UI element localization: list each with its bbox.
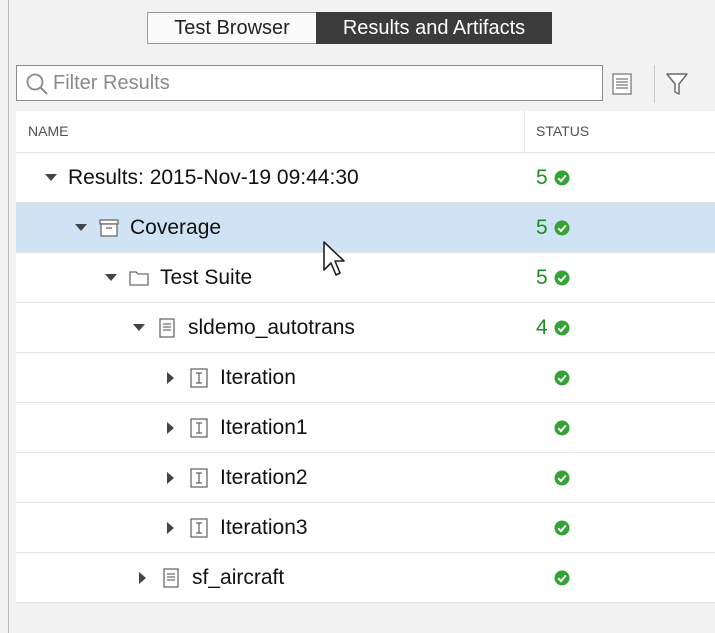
toolbar-separator xyxy=(654,65,655,103)
pass-count: 5 xyxy=(536,265,548,289)
pass-check-icon xyxy=(554,370,570,385)
row-label: Coverage xyxy=(130,215,222,239)
table-row[interactable]: Iteration3 xyxy=(16,503,715,553)
table-row[interactable]: sf_aircraft xyxy=(16,553,715,603)
row-name-cell: Results: 2015-Nov-19 09:44:30 xyxy=(42,153,359,202)
pass-check-icon xyxy=(554,220,570,235)
pass-check-icon xyxy=(554,270,570,285)
search-icon xyxy=(26,73,48,95)
expand-arrow-right-icon[interactable] xyxy=(162,519,180,537)
column-header-name[interactable]: NAME xyxy=(28,123,68,139)
panel-left-border xyxy=(8,0,9,633)
pass-check-icon xyxy=(554,420,570,435)
row-status-cell: 5 xyxy=(536,153,570,202)
row-status-cell: 4 xyxy=(536,303,570,352)
pass-check-icon xyxy=(554,170,570,185)
row-status-cell xyxy=(554,553,570,602)
table-row-selected[interactable]: Coverage 5 xyxy=(16,203,715,253)
iteration-icon xyxy=(190,467,208,488)
archive-icon xyxy=(99,218,119,237)
row-label: Iteration xyxy=(220,365,296,389)
iteration-icon xyxy=(190,367,208,388)
expand-arrow-right-icon[interactable] xyxy=(162,419,180,437)
tab-bar: Test Browser Results and Artifacts xyxy=(147,12,552,44)
table-row[interactable]: Iteration1 xyxy=(16,403,715,453)
expand-arrow-right-icon[interactable] xyxy=(162,469,180,487)
row-label: Iteration2 xyxy=(220,465,308,489)
row-status-cell: 5 xyxy=(536,253,570,302)
row-name-cell: sldemo_autotrans xyxy=(130,303,355,352)
pass-check-icon xyxy=(554,520,570,535)
expand-arrow-down-icon[interactable] xyxy=(42,169,60,187)
column-header-status[interactable]: STATUS xyxy=(536,123,589,139)
column-divider xyxy=(524,111,525,152)
row-label: Test Suite xyxy=(160,265,253,289)
row-name-cell: Iteration3 xyxy=(162,503,308,552)
pass-check-icon xyxy=(554,570,570,585)
row-status-cell xyxy=(554,503,570,552)
iteration-icon xyxy=(190,417,208,438)
filter-results-box[interactable] xyxy=(16,65,603,101)
tab-results-and-artifacts[interactable]: Results and Artifacts xyxy=(316,12,552,44)
pass-count: 5 xyxy=(536,215,548,239)
row-name-cell: Test Suite xyxy=(102,253,252,302)
table-row[interactable]: Iteration2 xyxy=(16,453,715,503)
row-label: sf_aircraft xyxy=(192,565,285,589)
expand-arrow-right-icon[interactable] xyxy=(162,369,180,387)
row-status-cell xyxy=(554,403,570,452)
table-row[interactable]: Results: 2015-Nov-19 09:44:30 5 xyxy=(16,153,715,203)
expand-arrow-down-icon[interactable] xyxy=(130,319,148,337)
row-name-cell: sf_aircraft xyxy=(134,553,284,602)
expand-arrow-down-icon[interactable] xyxy=(102,269,120,287)
table-row[interactable]: Iteration xyxy=(16,353,715,403)
mouse-cursor-icon xyxy=(323,241,345,276)
document-icon xyxy=(163,567,179,588)
row-status-cell: 5 xyxy=(536,203,570,252)
table-row[interactable]: Test Suite 5 xyxy=(16,253,715,303)
folder-icon xyxy=(129,270,149,286)
row-label: Iteration3 xyxy=(220,515,308,539)
pass-count: 5 xyxy=(536,165,548,189)
table-header: NAME STATUS xyxy=(16,111,715,153)
pass-check-icon xyxy=(554,320,570,335)
results-table: NAME STATUS Results: 2015-Nov-19 09:44:3… xyxy=(16,111,715,603)
filter-toolbar xyxy=(16,65,715,105)
row-status-cell xyxy=(554,353,570,402)
row-name-cell: Iteration2 xyxy=(162,453,308,502)
filter-results-input[interactable] xyxy=(53,68,593,98)
row-status-cell xyxy=(554,453,570,502)
filter-icon[interactable] xyxy=(665,71,689,97)
list-view-icon[interactable] xyxy=(612,73,632,95)
row-label: Results: 2015-Nov-19 09:44:30 xyxy=(68,165,359,189)
table-row[interactable]: sldemo_autotrans 4 xyxy=(16,303,715,353)
row-name-cell: Iteration xyxy=(162,353,296,402)
row-label: sldemo_autotrans xyxy=(188,315,355,339)
tab-test-browser[interactable]: Test Browser xyxy=(147,12,316,44)
iteration-icon xyxy=(190,517,208,538)
document-icon xyxy=(159,317,175,338)
row-name-cell: Iteration1 xyxy=(162,403,308,452)
row-name-cell: Coverage xyxy=(72,203,221,252)
expand-arrow-right-icon[interactable] xyxy=(134,569,152,587)
pass-count: 4 xyxy=(536,315,548,339)
pass-check-icon xyxy=(554,470,570,485)
expand-arrow-down-icon[interactable] xyxy=(72,219,90,237)
row-label: Iteration1 xyxy=(220,415,308,439)
